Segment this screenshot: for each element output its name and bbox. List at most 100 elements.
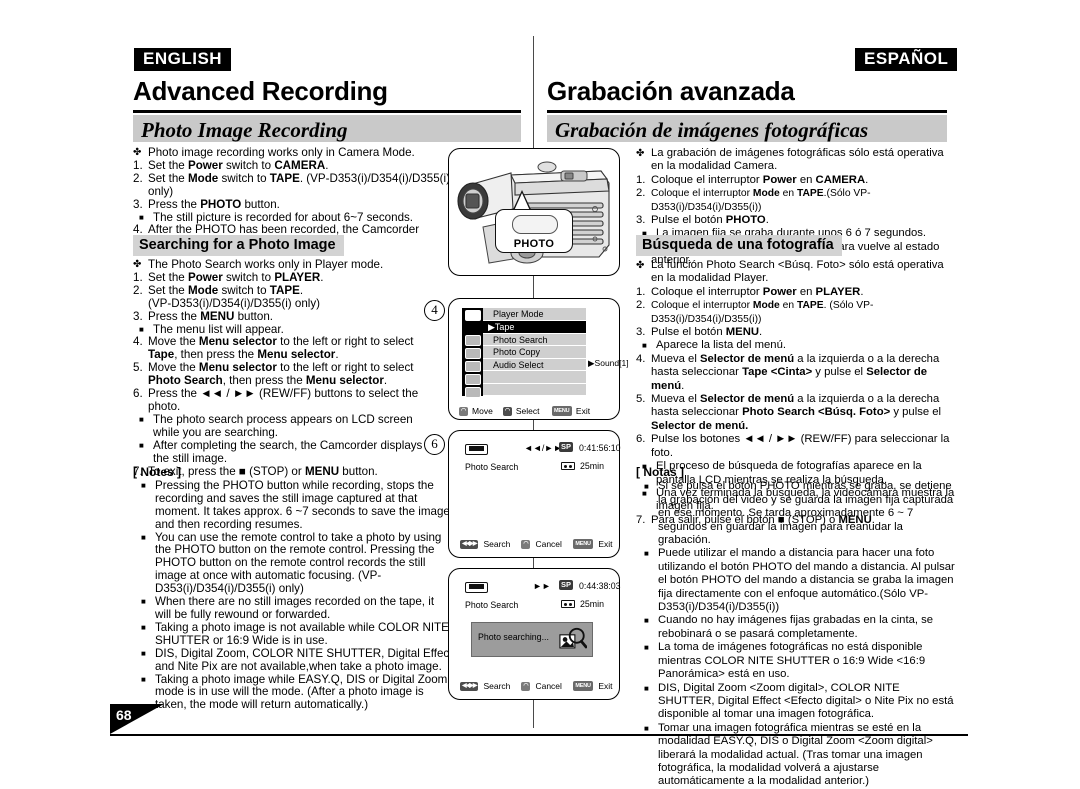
cancel-key-icon: ◠	[521, 681, 531, 691]
rew-ff-key-icon: ◀◀▶▶	[460, 539, 479, 549]
menu-item-tape[interactable]: ▶Tape	[483, 321, 586, 334]
hint-label-move: Move	[472, 406, 493, 416]
english-search-steps: ✤ The Photo Search works only in Player …	[133, 258, 451, 478]
list-item: ■ The photo search process appears on LC…	[133, 413, 451, 440]
menu-item-label: Tape	[494, 322, 515, 332]
list-item: 3. Pulse el botón PHOTO.	[636, 214, 769, 227]
timecode: 0:44:38:03	[579, 581, 621, 591]
photo-button-label: PHOTO	[513, 238, 555, 250]
step-number: 2.	[636, 299, 646, 312]
hint-label-search: Search	[483, 539, 511, 549]
menu-item-photo-copy[interactable]: Photo Copy	[483, 346, 586, 359]
step-number: 1.	[133, 158, 143, 172]
list-item: 1. Coloque el interruptor Power en CAMER…	[636, 173, 869, 186]
transport-indicator: ►►	[533, 581, 551, 591]
menu-item-audio-select[interactable]: Audio Select	[483, 358, 586, 371]
note-text: DIS, Digital Zoom <Zoom digital>, COLOR …	[658, 681, 954, 721]
square-bullet-icon: ■	[644, 723, 649, 733]
clover-bullet-icon: ✤	[133, 259, 142, 270]
square-bullet-icon: ■	[644, 482, 649, 492]
square-bullet-icon: ■	[141, 480, 146, 490]
hint-label-select: Select	[515, 406, 540, 416]
step-number: 4.	[133, 335, 143, 349]
step-number: 3.	[133, 197, 143, 211]
square-bullet-icon: ■	[644, 616, 649, 626]
timecode: 0:41:56:10	[579, 443, 621, 453]
list-item: 4. Mueva el Selector de menú a la izquie…	[636, 352, 940, 392]
list-item: 2. Set the Mode switch to TAPE. (VP-D353…	[133, 171, 450, 198]
settings-gear-icon	[464, 387, 481, 398]
page-number: 68	[116, 707, 132, 723]
language-badge-spanish: ESPAÑOL	[855, 48, 958, 71]
notes-label: [ Notas ]	[636, 465, 684, 479]
note-text: You can use the remote control to take a…	[155, 530, 442, 596]
list-item: 2. Set the Mode switch to TAPE. (VP-D353(…	[133, 283, 321, 310]
list-item: 3. Pulse el botón MENU.	[636, 326, 763, 339]
lcd-hint-bar: ◀◀▶▶ Search ◠ Cancel MENU Exit	[460, 681, 613, 691]
connector-line	[533, 558, 534, 568]
magnifier-photo-icon	[559, 627, 587, 649]
connector-line	[533, 420, 534, 430]
step-number: 6.	[133, 387, 143, 401]
hint-label-exit: Exit	[598, 539, 613, 549]
list-item: 2. Coloque el interruptor Mode en TAPE. …	[636, 299, 874, 325]
tape-remaining: 25min	[580, 599, 604, 609]
note-text: La toma de imágenes fotográficas no está…	[658, 641, 926, 681]
menu-title: Player Mode	[483, 308, 586, 321]
note-item: ■ Puede utilizar el mando a distancia pa…	[636, 547, 958, 614]
hint-label-exit: Exit	[575, 406, 591, 416]
square-bullet-icon: ■	[644, 683, 649, 693]
clover-bullet-icon: ✤	[133, 147, 142, 158]
camera-icon	[464, 348, 481, 359]
hint-label-cancel: Cancel	[535, 681, 562, 691]
list-item: ■ After completing the search, the Camco…	[133, 439, 451, 466]
note-text: Tomar una imagen fotográfica mientras se…	[658, 721, 933, 788]
tape-remaining: 25min	[580, 461, 604, 471]
step-number: 2.	[133, 283, 143, 297]
submenu-label: Sound[1]	[594, 358, 629, 368]
cancel-key-icon: ◠	[521, 539, 531, 549]
square-bullet-icon: ■	[642, 341, 647, 351]
list-item: ■ Aparece la lista del menú.	[636, 339, 956, 352]
subsection-header-spanish: Búsqueda de una fotografía	[636, 235, 842, 256]
menu-submenu-value: ▶Sound[1]	[588, 358, 629, 368]
camcorder-illustration: PHOTO	[448, 148, 620, 276]
square-bullet-icon: ■	[141, 622, 146, 632]
display-icon	[464, 374, 481, 385]
menu-item-empty: .	[483, 371, 586, 384]
photo-button-shape	[512, 215, 558, 234]
step-number: 1.	[636, 173, 646, 186]
list-item: ✤ La función Photo Search <Búsq. Foto> s…	[636, 259, 956, 286]
chapter-title-english: Advanced Recording	[133, 76, 388, 106]
intro-text: La grabación de imágenes fotográficas só…	[651, 147, 944, 173]
menu-item-photo-search[interactable]: Photo Search	[483, 333, 586, 346]
square-bullet-icon: ■	[139, 440, 144, 450]
lcd-menu-screen: Player Mode ▶Tape Photo Search Photo Cop…	[448, 298, 629, 420]
notes-label: [ Notes ]	[133, 465, 181, 479]
note-item: ■ DIS, Digital Zoom, COLOR NITE SHUTTER,…	[133, 647, 453, 674]
step-number: 1.	[133, 270, 143, 284]
chapter-title-spanish: Grabación avanzada	[547, 76, 795, 106]
select-key-icon: ◠	[502, 406, 512, 416]
note-item: ■ When there are no still images recorde…	[133, 595, 453, 622]
note-item: ■ Cuando no hay imágenes fijas grabadas …	[636, 614, 958, 641]
battery-icon	[465, 444, 488, 455]
player-mode-icon	[464, 310, 481, 321]
tape-icon	[561, 600, 575, 608]
step-marker-6: 6	[424, 434, 445, 455]
note-item: ■ You can use the remote control to take…	[133, 530, 453, 597]
step-number: 1.	[636, 285, 646, 298]
section-title-spanish: Grabación de imágenes fotográficas	[555, 118, 869, 142]
step-number: 3.	[636, 326, 646, 339]
chapter-rule-spanish	[547, 110, 947, 113]
lcd-photo-search-screen: ◄◄/►► SP 0:41:56:10 Photo Search 25min ◀…	[448, 430, 621, 558]
step-number: 3.	[636, 214, 646, 227]
list-item: 6. Press the ◄◄ / ►► (REW/FF) buttons to…	[133, 387, 419, 413]
menu-panel: Player Mode ▶Tape Photo Search Photo Cop…	[462, 308, 629, 398]
rew-ff-key-icon: ◀◀▶▶	[460, 681, 479, 691]
photo-button-callout: PHOTO	[495, 209, 573, 253]
clover-bullet-icon: ✤	[636, 260, 645, 271]
status-text: Photo Search	[465, 600, 519, 610]
spanish-notes: [ Notas ] ■ Si se pulsa el botón PHOTO m…	[636, 465, 958, 789]
list-item: 6. Pulse los botones ◄◄ / ►► (REW/FF) pa…	[636, 433, 950, 459]
